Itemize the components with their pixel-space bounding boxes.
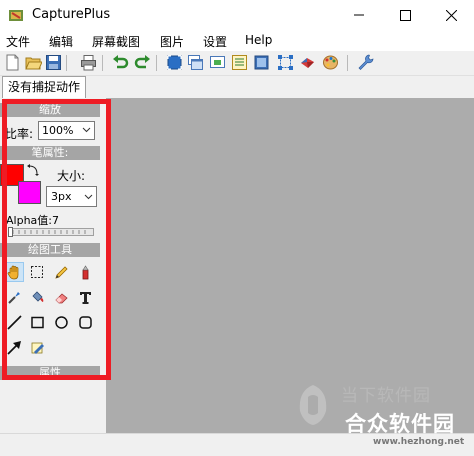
eraser-tool[interactable]: [51, 287, 71, 307]
capture-hotspot-icon[interactable]: [299, 54, 316, 71]
menu-bar: 文件 编辑 屏幕截图 图片 设置 Help: [0, 31, 474, 51]
chevron-down-icon: [84, 194, 93, 200]
zoom-ratio-select[interactable]: 100%: [38, 121, 95, 140]
rounded-rect-tool[interactable]: [75, 312, 95, 332]
pencil-tool[interactable]: [51, 262, 71, 282]
pen-size-value: 3px: [51, 190, 72, 203]
capture-object-icon[interactable]: [277, 54, 294, 71]
menu-screen-capture[interactable]: 屏幕截图: [92, 33, 140, 50]
chevron-down-icon: [82, 127, 91, 133]
properties-header[interactable]: 属性: [0, 366, 100, 380]
menu-image[interactable]: 图片: [160, 33, 184, 50]
capture-region-icon[interactable]: [209, 54, 226, 71]
wrench-icon[interactable]: [357, 54, 374, 71]
hand-icon: [7, 265, 18, 279]
hand-tool[interactable]: [4, 262, 24, 282]
text-icon: [79, 291, 91, 304]
menu-edit[interactable]: 编辑: [49, 33, 73, 50]
toolbar: [0, 51, 474, 76]
alpha-slider-ticks: [12, 230, 86, 234]
new-icon[interactable]: [4, 54, 21, 71]
menu-settings[interactable]: 设置: [203, 33, 227, 50]
capture-tab-strip: 没有捕捉动作: [0, 76, 474, 98]
maximize-button[interactable]: [382, 0, 428, 30]
ellipse-icon: [54, 315, 68, 329]
watermark-logo: [299, 385, 327, 425]
maximize-icon: [399, 9, 411, 21]
alpha-slider[interactable]: [8, 227, 94, 237]
eraser-icon: [54, 292, 68, 303]
alpha-label: Alpha值:7: [6, 214, 59, 227]
menu-file[interactable]: 文件: [6, 33, 30, 50]
blur-icon: [31, 342, 44, 354]
pen-size-label: 大小:: [57, 169, 86, 183]
watermark-title: 合众软件园: [345, 412, 455, 436]
text-tool[interactable]: [75, 287, 95, 307]
background-color-swatch[interactable]: [18, 181, 41, 204]
redo-icon[interactable]: [134, 54, 151, 71]
alpha-slider-thumb[interactable]: [8, 227, 13, 237]
paint-bucket-tool[interactable]: [27, 287, 47, 307]
rect-select-icon: [31, 266, 43, 278]
ellipse-tool[interactable]: [51, 312, 71, 332]
left-panel-footer: [0, 386, 107, 433]
line-tool[interactable]: [4, 312, 24, 332]
zoom-ratio-value: 100%: [42, 124, 74, 137]
capture-fullscreen-icon[interactable]: [166, 54, 183, 71]
color-palette-icon[interactable]: [322, 54, 339, 71]
left-tool-panel: 缩放 比率: 100% 笔属性: 大小: 3px Alpha值:7 绘图工具 属…: [0, 98, 107, 386]
toolbar-separator: [66, 55, 67, 71]
open-icon[interactable]: [25, 54, 42, 71]
line-icon: [6, 314, 22, 330]
print-icon[interactable]: [80, 54, 97, 71]
rectangle-icon: [30, 316, 44, 328]
save-icon[interactable]: [45, 54, 62, 71]
minimize-button[interactable]: [336, 0, 382, 30]
tab-no-capture[interactable]: 没有捕捉动作: [2, 76, 87, 98]
eyedropper-icon: [7, 291, 20, 304]
pen-properties-header[interactable]: 笔属性:: [0, 146, 100, 160]
arrow-icon: [6, 340, 21, 355]
rounded-rect-icon: [78, 315, 92, 329]
window-title: CapturePlus: [32, 7, 111, 22]
menu-help[interactable]: Help: [245, 33, 272, 47]
minimize-icon: [354, 14, 364, 16]
close-button[interactable]: [428, 0, 474, 30]
pen-size-select[interactable]: 3px: [46, 186, 97, 207]
pencil-icon: [54, 265, 68, 279]
capture-plus-app-icon: [9, 10, 23, 21]
highlighter-icon: [81, 264, 89, 279]
swap-colors-icon[interactable]: [27, 164, 39, 176]
toolbar-separator: [156, 55, 157, 71]
watermark-site-name: 当下软件园: [341, 386, 431, 406]
capture-window-icon[interactable]: [187, 54, 204, 71]
capture-scroll-icon[interactable]: [231, 54, 248, 71]
eyedropper-tool[interactable]: [4, 287, 24, 307]
highlighter-tool[interactable]: [75, 262, 95, 282]
rect-select-tool[interactable]: [27, 262, 47, 282]
watermark-url: www.hezhong.net: [373, 437, 465, 447]
close-icon: [445, 9, 457, 21]
undo-icon[interactable]: [112, 54, 129, 71]
toolbar-separator: [347, 55, 348, 71]
zoom-section-header[interactable]: 缩放: [0, 103, 100, 117]
title-bar: CapturePlus: [0, 0, 474, 30]
blur-tool[interactable]: [27, 337, 47, 357]
drawing-tools-header[interactable]: 绘图工具: [0, 243, 100, 257]
zoom-ratio-label: 比率:: [5, 127, 34, 141]
rectangle-tool[interactable]: [27, 312, 47, 332]
capture-freehand-icon[interactable]: [253, 54, 270, 71]
arrow-tool[interactable]: [4, 337, 24, 357]
toolbar-separator: [102, 55, 103, 71]
paint-bucket-icon: [31, 290, 43, 302]
